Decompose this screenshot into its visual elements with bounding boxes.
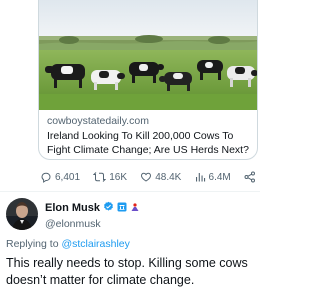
- reply-icon: [41, 172, 51, 183]
- like-action[interactable]: 48.4K: [140, 171, 181, 183]
- link-preview-card[interactable]: cowboystatedaily.com Ireland Looking To …: [38, 0, 258, 160]
- replying-to-mention[interactable]: @stclairashley: [61, 238, 129, 250]
- link-title[interactable]: Ireland Looking To Kill 200,000 Cows To …: [47, 129, 249, 157]
- replying-prefix: Replying to: [6, 238, 59, 250]
- share-action[interactable]: [244, 171, 256, 183]
- share-icon: [244, 171, 255, 183]
- user-handle[interactable]: @elonmusk: [45, 217, 140, 231]
- person-affiliation-icon: [130, 199, 140, 217]
- link-preview-image[interactable]: [39, 0, 257, 110]
- like-count: 48.4K: [155, 171, 182, 183]
- views-count: 6.4M: [208, 171, 231, 183]
- government-affiliation-icon: [117, 199, 127, 217]
- repost-count: 16K: [109, 171, 128, 183]
- reply-tweet[interactable]: Elon Musk @elonmusk Replying to @stclair…: [6, 198, 256, 288]
- repost-icon: [93, 172, 107, 182]
- verified-badge-icon: [103, 199, 114, 217]
- reply-action[interactable]: 6,401: [40, 171, 80, 183]
- avatar[interactable]: [6, 198, 38, 230]
- display-name[interactable]: Elon Musk: [45, 201, 100, 215]
- views-chart-icon: [195, 173, 205, 182]
- profile-photo: [6, 198, 38, 230]
- reply-body-text: This really needs to stop. Killing some …: [6, 256, 248, 287]
- repost-action[interactable]: 16K: [93, 171, 127, 183]
- replying-to: Replying to @stclairashley: [6, 237, 256, 251]
- link-domain[interactable]: cowboystatedaily.com: [47, 114, 249, 128]
- heart-icon: [141, 172, 152, 182]
- thread-divider: [0, 191, 260, 192]
- tweet-action-bar: 6,401 16K 48.4K 6.4M: [40, 168, 256, 186]
- views-action[interactable]: 6.4M: [195, 171, 231, 183]
- reply-count: 6,401: [55, 171, 81, 183]
- cows-field-photo: [39, 0, 257, 110]
